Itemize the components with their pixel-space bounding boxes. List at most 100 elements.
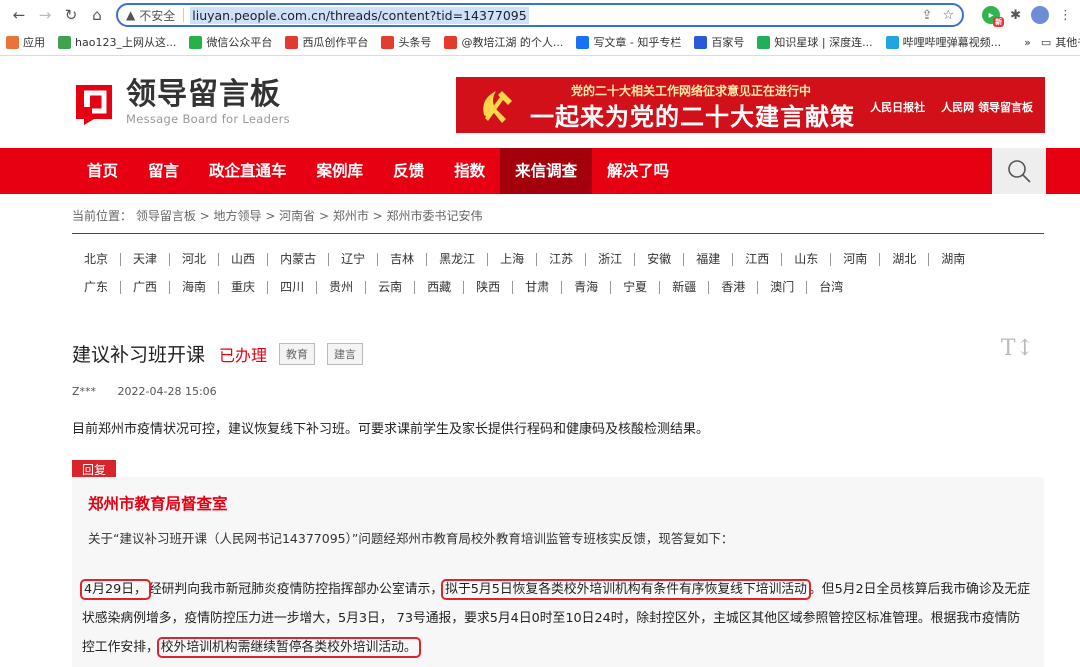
province-link[interactable]: 山东 (782, 253, 832, 266)
thread-meta: Z*** 2022-04-28 15:06 (72, 385, 217, 398)
province-link[interactable]: 四川 (268, 281, 318, 294)
nav-item-1[interactable]: 留言 (133, 148, 194, 194)
province-link[interactable]: 吉林 (378, 253, 428, 266)
nav-item-0[interactable]: 首页 (72, 148, 133, 194)
logo-chinese: 领导留言板 (126, 77, 281, 112)
tag-education[interactable]: 教育 (279, 342, 316, 365)
province-link[interactable]: 河南 (831, 253, 881, 266)
province-link[interactable]: 黑龙江 (427, 253, 489, 266)
site-logo[interactable]: 领导留言板 Message Board for Leaders (72, 78, 290, 126)
bookmark-favicon-icon (58, 35, 71, 49)
text-size-icon[interactable]: T↕ (1001, 336, 1034, 361)
province-link[interactable]: 香港 (709, 281, 759, 294)
bookmark-item[interactable]: 应用 (6, 34, 45, 50)
bookmark-item[interactable]: 写文章 - 知乎专栏 (576, 34, 681, 50)
warning-icon[interactable]: ▲ (126, 8, 135, 22)
bookmark-item[interactable]: 哔哩哔哩弹幕视频... (885, 34, 1001, 50)
nav-item-7[interactable]: 解决了吗 (592, 148, 684, 194)
province-link[interactable]: 青海 (562, 281, 612, 294)
address-bar[interactable]: ▲ 不安全 liuyan.people.com.cn/threads/conte… (116, 3, 965, 27)
bookmark-favicon-icon (285, 35, 299, 49)
province-link[interactable]: 上海 (488, 253, 538, 266)
search-button[interactable] (992, 148, 1046, 194)
people-cn-logo: 人民网 领导留言板 (941, 101, 1033, 114)
province-link[interactable]: 新疆 (660, 281, 710, 294)
province-link[interactable]: 湖北 (880, 253, 930, 266)
peoples-daily-logo: 人民日报社 (870, 101, 926, 114)
puzzle-icon[interactable]: ✱ (1010, 8, 1021, 23)
reply-body: 4月29日， 经研判向我市新冠肺炎疫情防控指挥部办公室请示， 拟于5月5日恢复各类校… (80, 575, 1032, 662)
province-link[interactable]: 山西 (219, 253, 269, 266)
bookmark-item[interactable]: 知识星球 | 深度连... (757, 34, 873, 50)
province-link[interactable]: 甘肃 (513, 281, 563, 294)
forward-arrow-icon[interactable]: → (34, 4, 56, 26)
profile-avatar[interactable] (1031, 6, 1049, 24)
province-link[interactable]: 重庆 (219, 281, 269, 294)
province-link[interactable]: 浙江 (586, 253, 636, 266)
nav-item-6[interactable]: 来信调查 (500, 148, 593, 194)
province-link[interactable]: 宁夏 (611, 281, 661, 294)
bookmark-item[interactable]: @教培江湖 的个人... (444, 34, 563, 50)
reply-box: 郑州市教育局督查室 关于“建议补习班开课（人民网书记14377095）”问题经郑… (72, 477, 1044, 667)
province-link[interactable]: 湖南 (929, 253, 977, 266)
bookmark-favicon-icon (694, 35, 708, 49)
url-text[interactable]: liuyan.people.com.cn/threads/content?tid… (190, 6, 529, 24)
province-link[interactable]: 广东 (72, 281, 122, 294)
province-link[interactable]: 海南 (170, 281, 220, 294)
province-link[interactable]: 江西 (733, 253, 783, 266)
bookmark-item[interactable]: 西瓜创作平台 (285, 34, 368, 50)
province-link[interactable]: 北京 (72, 253, 122, 266)
thread-title: 建议补习班开课 (72, 344, 206, 366)
highlight-resume-plan: 拟于5月5日恢复各类校外培训机构有条件有序恢复线下培训活动 (441, 579, 811, 600)
url-host: liuyan.people.com.cn (192, 7, 326, 23)
site-header: 领导留言板 Message Board for Leaders 党的二十大相关工… (0, 56, 1080, 148)
province-link[interactable]: 澳门 (758, 281, 808, 294)
breadcrumb[interactable]: 当前位置： 领导留言板 > 地方领导 > 河南省 > 郑州市 > 郑州市委书记安… (72, 207, 483, 224)
province-link[interactable]: 陕西 (464, 281, 514, 294)
bookmark-favicon-icon (576, 35, 590, 49)
province-link[interactable]: 云南 (366, 281, 416, 294)
province-link[interactable]: 内蒙古 (268, 253, 330, 266)
bookmark-item[interactable]: 微信公众平台 (189, 34, 272, 50)
bookmark-favicon-icon (885, 35, 899, 49)
province-link[interactable]: 江苏 (537, 253, 587, 266)
province-link[interactable]: 台湾 (807, 281, 855, 294)
bookmark-item[interactable]: 头条号 (381, 34, 431, 50)
province-link[interactable]: 河北 (170, 253, 220, 266)
province-link[interactable]: 西藏 (415, 281, 465, 294)
province-link[interactable]: 贵州 (317, 281, 367, 294)
extensions-area: ▸ 新 ✱ ⋮ (972, 6, 1072, 27)
tag-suggestion[interactable]: 建言 (327, 342, 364, 365)
reload-icon[interactable]: ↻ (60, 4, 82, 26)
province-link[interactable]: 福建 (684, 253, 734, 266)
browser-chrome: ← → ↻ ⌂ ▲ 不安全 liuyan.people.com.cn/threa… (0, 0, 1080, 56)
extension-badge-icon[interactable]: ▸ 新 (982, 6, 1005, 27)
nav-item-2[interactable]: 政企直通车 (194, 148, 302, 194)
nav-item-3[interactable]: 案例库 (302, 148, 379, 194)
share-icon[interactable]: ⇪ (922, 8, 933, 23)
other-bookmarks[interactable]: 其他书签 (1055, 34, 1080, 50)
back-arrow-icon[interactable]: ← (8, 4, 30, 26)
question-text: 目前郑州市疫情状况可控，建议恢复线下补习班。可要求课前学生及家长提供行程码和健康… (72, 422, 710, 437)
star-icon[interactable]: ☆ (942, 8, 954, 23)
logo-english: Message Board for Leaders (126, 112, 290, 126)
author: Z*** (72, 385, 97, 398)
bookmark-favicon-icon (444, 35, 458, 49)
bookmark-favicon-icon (381, 35, 395, 49)
bookmarks-more-icon[interactable]: » (1024, 36, 1031, 49)
province-link[interactable]: 辽宁 (329, 253, 379, 266)
province-link[interactable]: 广西 (121, 281, 171, 294)
nav-item-5[interactable]: 指数 (439, 148, 500, 194)
province-link[interactable]: 安徽 (635, 253, 685, 266)
security-label[interactable]: 不安全 (139, 7, 175, 24)
campaign-banner[interactable]: 党的二十大相关工作网络征求意见正在进行中 一起来为党的二十大建言献策 人民日报社… (456, 77, 1045, 133)
bookmark-item[interactable]: 百家号 (694, 34, 744, 50)
province-link[interactable]: 天津 (121, 253, 171, 266)
bookmark-item[interactable]: hao123_上网从这... (58, 34, 176, 50)
breadcrumb-divider (72, 233, 1044, 234)
thread-title-row: 建议补习班开课 已办理 教育 建言 (72, 340, 364, 367)
status-badge: 已办理 (219, 345, 268, 365)
nav-item-4[interactable]: 反馈 (378, 148, 439, 194)
menu-icon[interactable]: ⋮ (1059, 8, 1072, 23)
home-icon[interactable]: ⌂ (86, 4, 108, 26)
